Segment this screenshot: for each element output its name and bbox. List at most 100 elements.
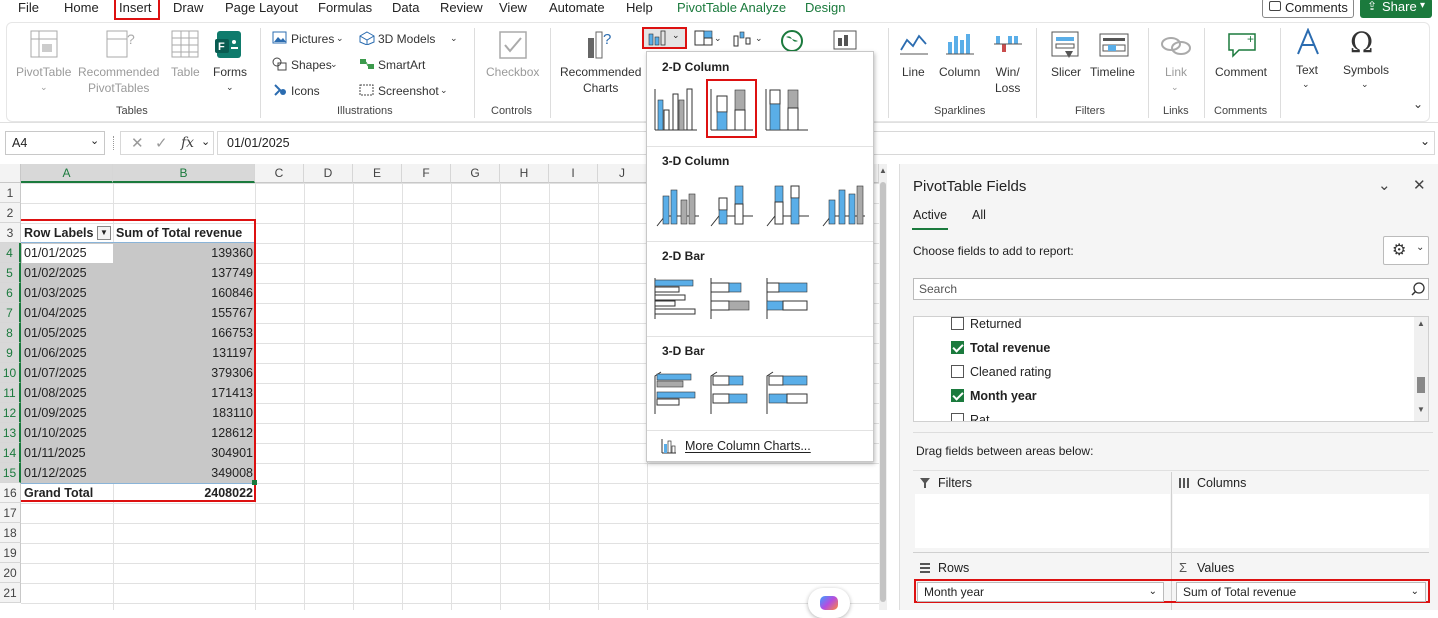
row-header[interactable]: 4	[0, 243, 21, 263]
tab-draw[interactable]: Draw	[173, 0, 203, 18]
row-header[interactable]: 5	[0, 263, 21, 283]
scroll-thumb[interactable]	[880, 182, 886, 602]
tab-active[interactable]: Active	[913, 208, 947, 222]
column-header[interactable]: C	[255, 164, 304, 183]
pivottable-button[interactable]: PivotTable	[16, 64, 71, 80]
comment-button[interactable]: Comment	[1215, 64, 1267, 80]
rows-field-dropdown[interactable]: Month year ⌄	[917, 582, 1164, 602]
field-name[interactable]: Total revenue	[970, 339, 1050, 357]
row-header[interactable]: 19	[0, 543, 21, 563]
field-checkbox[interactable]	[951, 389, 964, 402]
3d-stacked-bar-icon[interactable]	[709, 370, 755, 416]
insert-column-chart-button[interactable]: ⌄	[644, 29, 685, 47]
enter-icon[interactable]: ✓	[155, 134, 168, 152]
sparkline-winloss-button[interactable]: Win/Loss	[995, 64, 1020, 96]
tab-formulas[interactable]: Formulas	[318, 0, 372, 18]
3d-clustered-column-icon[interactable]	[655, 180, 701, 228]
row-header[interactable]: 3	[0, 223, 21, 243]
ribbon-collapse-icon[interactable]: ⌄	[1413, 96, 1423, 112]
3d-100-stacked-column-icon[interactable]	[765, 180, 811, 228]
row-header[interactable]: 16	[0, 483, 21, 503]
smartart-button[interactable]: SmartArt	[378, 57, 425, 73]
icons-button[interactable]: Icons	[291, 83, 320, 99]
stacked-bar-icon[interactable]	[709, 277, 755, 321]
sparkline-line-button[interactable]: Line	[902, 64, 925, 80]
100-stacked-column-icon[interactable]	[764, 88, 810, 132]
recommended-charts-button[interactable]: Recommended Charts	[560, 64, 641, 96]
pivotchart-icon[interactable]	[833, 30, 859, 52]
column-header[interactable]: I	[549, 164, 598, 183]
row-header[interactable]: 1	[0, 183, 21, 203]
filters-drop-area[interactable]	[915, 494, 1170, 548]
3d-column-icon[interactable]	[821, 180, 867, 228]
table-button[interactable]: Table	[171, 64, 200, 80]
row-header[interactable]: 14	[0, 443, 21, 463]
column-header[interactable]: H	[500, 164, 549, 183]
column-header[interactable]: B	[113, 164, 255, 183]
3d-clustered-bar-icon[interactable]	[653, 370, 699, 416]
columns-drop-area[interactable]	[1173, 494, 1429, 548]
forms-button[interactable]: Forms	[213, 64, 247, 80]
scroll-thumb[interactable]	[1417, 377, 1425, 393]
field-checkbox[interactable]	[951, 341, 964, 354]
comments-button[interactable]: Comments	[1262, 0, 1354, 18]
3d-100-stacked-bar-icon[interactable]	[765, 370, 811, 416]
3d-models-button[interactable]: 3D Models	[378, 31, 435, 47]
field-name[interactable]: Month year	[970, 387, 1037, 405]
screenshot-button[interactable]: Screenshot	[378, 83, 439, 99]
row-header[interactable]: 21	[0, 583, 21, 603]
vertical-scrollbar[interactable]: ▲	[879, 164, 887, 610]
field-checkbox[interactable]	[951, 317, 964, 330]
row-header[interactable]: 15	[0, 463, 21, 483]
close-icon[interactable]: ✕	[1413, 176, 1426, 194]
row-header[interactable]: 11	[0, 383, 21, 403]
field-name[interactable]: Returned	[970, 317, 1021, 333]
column-header[interactable]: E	[353, 164, 402, 183]
column-header[interactable]: J	[598, 164, 647, 183]
scroll-up-icon[interactable]: ▲	[1417, 319, 1425, 328]
column-header[interactable]: A	[21, 164, 113, 183]
timeline-button[interactable]: Timeline	[1090, 64, 1135, 80]
waterfall-chart-icon[interactable]	[733, 30, 753, 48]
column-header[interactable]: G	[451, 164, 500, 183]
3d-stacked-column-icon[interactable]	[709, 180, 755, 228]
column-header[interactable]: D	[304, 164, 353, 183]
row-header[interactable]: 12	[0, 403, 21, 423]
tab-page-layout[interactable]: Page Layout	[225, 0, 298, 18]
maps-icon[interactable]	[780, 29, 804, 53]
row-header[interactable]: 8	[0, 323, 21, 343]
more-column-charts-link[interactable]: More Column Charts...	[685, 439, 811, 453]
insert-function-icon[interactable]: fx	[181, 135, 194, 151]
select-all-corner[interactable]	[0, 164, 21, 183]
clustered-bar-icon[interactable]	[653, 277, 699, 321]
row-header[interactable]: 20	[0, 563, 21, 583]
column-header[interactable]: F	[402, 164, 451, 183]
fill-handle[interactable]	[252, 480, 257, 485]
clustered-column-icon[interactable]	[653, 88, 699, 132]
tab-design[interactable]: Design	[805, 0, 845, 18]
field-checkbox[interactable]	[951, 365, 964, 378]
tab-file[interactable]: File	[18, 0, 39, 18]
pictures-button[interactable]: Pictures	[291, 31, 334, 47]
stacked-column-icon[interactable]	[709, 88, 755, 132]
field-name[interactable]: Cleaned rating	[970, 363, 1051, 381]
tab-all[interactable]: All	[972, 208, 986, 222]
row-header[interactable]: 10	[0, 363, 21, 383]
field-name[interactable]: Rat	[970, 411, 989, 421]
row-header[interactable]: 13	[0, 423, 21, 443]
row-header[interactable]: 7	[0, 303, 21, 323]
name-box[interactable]: A4 ⌄	[5, 131, 105, 155]
cancel-icon[interactable]: ✕	[131, 134, 144, 152]
sparkline-column-button[interactable]: Column	[939, 64, 980, 80]
tab-data[interactable]: Data	[392, 0, 419, 18]
row-header[interactable]: 9	[0, 343, 21, 363]
tab-pivottable-analyze[interactable]: PivotTable Analyze	[677, 0, 786, 18]
row-header[interactable]: 17	[0, 503, 21, 523]
tab-view[interactable]: View	[499, 0, 527, 18]
100-stacked-bar-icon[interactable]	[765, 277, 811, 321]
tab-home[interactable]: Home	[64, 0, 99, 18]
shapes-button[interactable]: Shapes	[291, 57, 332, 73]
scroll-down-icon[interactable]: ▼	[1417, 405, 1425, 414]
tab-help[interactable]: Help	[626, 0, 653, 18]
slicer-button[interactable]: Slicer	[1051, 64, 1081, 80]
